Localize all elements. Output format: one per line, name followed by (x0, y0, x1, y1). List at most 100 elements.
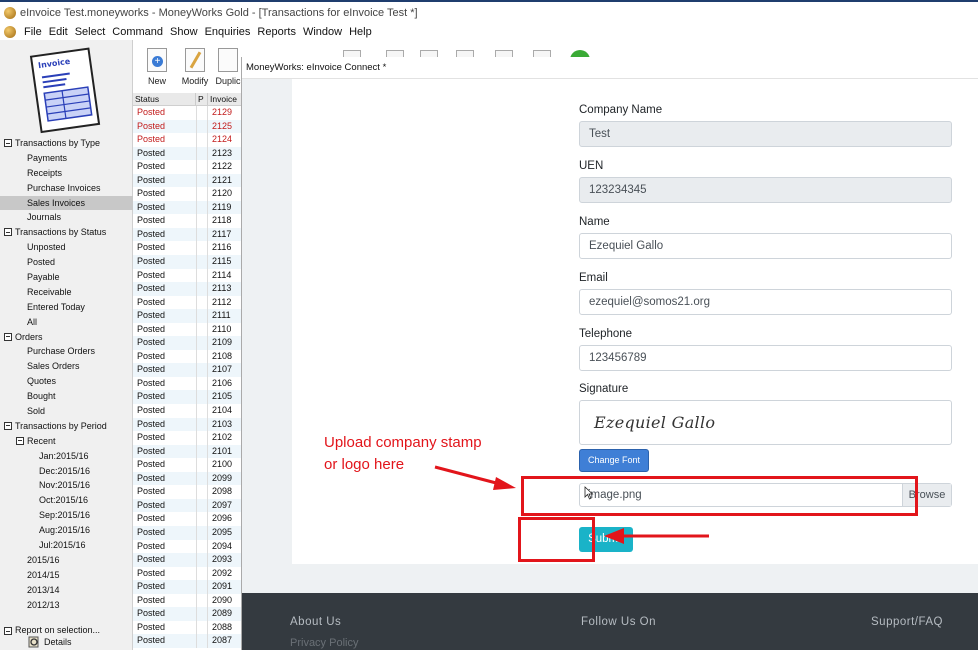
column-header-invoice[interactable]: Invoice (208, 93, 241, 105)
sidebar-item-orders[interactable]: Orders (0, 330, 133, 345)
telephone-input[interactable] (579, 345, 952, 371)
table-row[interactable]: Posted 2119 (133, 200, 241, 215)
table-row[interactable]: Posted 2115 (133, 255, 241, 269)
table-row[interactable]: Posted 2105 (133, 390, 241, 405)
sidebar-item-sep-2015-16[interactable]: Sep:2015/16 (0, 508, 133, 523)
sidebar-item-all[interactable]: All (0, 315, 133, 330)
sidebar-item-dec-2015-16[interactable]: Dec:2015/16 (0, 464, 133, 479)
footer-partial-link[interactable]: Privacy Policy (290, 637, 358, 649)
sidebar-item-receipts[interactable]: Receipts (0, 166, 133, 181)
sidebar-item-recent[interactable]: Recent (0, 434, 133, 449)
menu-command[interactable]: Command (112, 26, 163, 38)
menu-window[interactable]: Window (303, 26, 342, 38)
table-row[interactable]: Posted 2110 (133, 322, 241, 337)
collapse-toggle-icon[interactable] (4, 421, 12, 430)
table-row[interactable]: Posted 2090 (133, 593, 241, 608)
sidebar-item-2014-15[interactable]: 2014/15 (0, 568, 133, 583)
table-row[interactable]: Posted 2114 (133, 268, 241, 283)
table-row[interactable]: Posted 2102 (133, 431, 241, 445)
signature-box[interactable]: Ezequiel Gallo (579, 400, 952, 445)
change-font-button[interactable]: Change Font (579, 449, 649, 472)
table-row[interactable]: Posted 2091 (133, 580, 241, 594)
menu-file[interactable]: File (24, 26, 42, 38)
table-row[interactable]: Posted 2097 (133, 498, 241, 513)
sidebar-item-nov-2015-16[interactable]: Nov:2015/16 (0, 478, 133, 493)
details-button[interactable]: Details (28, 636, 72, 648)
name-input[interactable] (579, 233, 952, 259)
table-row[interactable]: Posted 2096 (133, 512, 241, 526)
collapse-toggle-icon[interactable] (4, 627, 12, 635)
table-row[interactable]: Posted 2092 (133, 566, 241, 581)
sidebar-item-payments[interactable]: Payments (0, 151, 133, 166)
sidebar-item-receivable[interactable]: Receivable (0, 285, 133, 300)
table-row[interactable]: Posted 2109 (133, 336, 241, 350)
table-row[interactable]: Posted 2104 (133, 404, 241, 418)
footer-about-link[interactable]: About Us (290, 616, 341, 628)
menu-edit[interactable]: Edit (49, 26, 68, 38)
table-row[interactable]: Posted 2111 (133, 309, 241, 323)
sidebar-item-purchase-invoices[interactable]: Purchase Invoices (0, 181, 133, 196)
table-row[interactable]: Posted 2094 (133, 539, 241, 554)
table-row[interactable]: Posted 2108 (133, 349, 241, 364)
sidebar-item-purchase-orders[interactable]: Purchase Orders (0, 344, 133, 359)
collapse-toggle-icon[interactable] (4, 139, 12, 147)
system-menu-icon[interactable] (4, 25, 16, 38)
menu-enquiries[interactable]: Enquiries (205, 26, 251, 38)
sidebar-item-entered-today[interactable]: Entered Today (0, 300, 133, 315)
sidebar-item-sold[interactable]: Sold (0, 404, 133, 419)
collapse-toggle-icon[interactable] (16, 436, 24, 445)
sidebar-item-transactions-by-status[interactable]: Transactions by Status (0, 225, 133, 240)
table-row[interactable]: Posted 2125 (133, 119, 241, 134)
table-row[interactable]: Posted 2098 (133, 485, 241, 499)
table-row[interactable]: Posted 2118 (133, 214, 241, 228)
table-row[interactable]: Posted 2122 (133, 160, 241, 174)
menu-show[interactable]: Show (170, 26, 198, 38)
new-button[interactable]: + New (137, 48, 177, 86)
column-header-p[interactable]: P (196, 93, 208, 105)
collapse-toggle-icon[interactable] (4, 332, 12, 341)
table-row[interactable]: Posted 2100 (133, 458, 241, 472)
sidebar-item-2012-13[interactable]: 2012/13 (0, 598, 133, 613)
table-row[interactable]: Posted 2103 (133, 417, 241, 432)
sidebar-item-sales-invoices[interactable]: Sales Invoices (0, 195, 133, 211)
sidebar-item-posted[interactable]: Posted (0, 255, 133, 270)
uen-input[interactable] (579, 177, 952, 203)
table-row[interactable]: Posted 2099 (133, 471, 241, 486)
modify-button[interactable]: Modify (175, 48, 215, 86)
sidebar-item-transactions-by-type[interactable]: Transactions by Type (0, 136, 133, 151)
table-row[interactable]: Posted 2112 (133, 295, 241, 310)
company-name-input[interactable] (579, 121, 952, 147)
sidebar-item-sales-orders[interactable]: Sales Orders (0, 359, 133, 374)
table-row[interactable]: Posted 2113 (133, 282, 241, 296)
table-row[interactable]: Posted 2089 (133, 607, 241, 621)
column-header-status[interactable]: Status (133, 93, 196, 105)
table-row[interactable]: Posted 2088 (133, 620, 241, 635)
table-row[interactable]: Posted 2120 (133, 187, 241, 201)
table-row[interactable]: Posted 2129 (133, 106, 241, 120)
table-row[interactable]: Posted 2124 (133, 133, 241, 147)
table-row[interactable]: Posted 2101 (133, 444, 241, 459)
sidebar-item-quotes[interactable]: Quotes (0, 374, 133, 389)
sidebar-item-jan-2015-16[interactable]: Jan:2015/16 (0, 449, 133, 464)
table-row[interactable]: Posted 2093 (133, 553, 241, 567)
menu-select[interactable]: Select (75, 26, 106, 38)
sidebar-item-oct-2015-16[interactable]: Oct:2015/16 (0, 493, 133, 508)
duplicate-button[interactable]: Duplic (213, 48, 243, 86)
sidebar-item-aug-2015-16[interactable]: Aug:2015/16 (0, 523, 133, 538)
sidebar-item-unposted[interactable]: Unposted (0, 240, 133, 255)
table-row[interactable]: Posted 2106 (133, 376, 241, 391)
menu-reports[interactable]: Reports (257, 26, 296, 38)
table-row[interactable]: Posted 2095 (133, 525, 241, 540)
sidebar-item-2015-16[interactable]: 2015/16 (0, 553, 133, 568)
sidebar-item-payable[interactable]: Payable (0, 270, 133, 285)
table-row[interactable]: Posted 2116 (133, 241, 241, 256)
menu-help[interactable]: Help (349, 26, 372, 38)
report-on-selection[interactable]: Report on selection... (15, 625, 100, 635)
email-input[interactable] (579, 289, 952, 315)
sidebar-item-journals[interactable]: Journals (0, 210, 133, 225)
footer-support-link[interactable]: Support/FAQ (871, 616, 943, 628)
table-row[interactable]: Posted 2107 (133, 363, 241, 377)
collapse-toggle-icon[interactable] (4, 228, 12, 237)
table-row[interactable]: Posted 2123 (133, 146, 241, 161)
sidebar-item-2013-14[interactable]: 2013/14 (0, 583, 133, 598)
